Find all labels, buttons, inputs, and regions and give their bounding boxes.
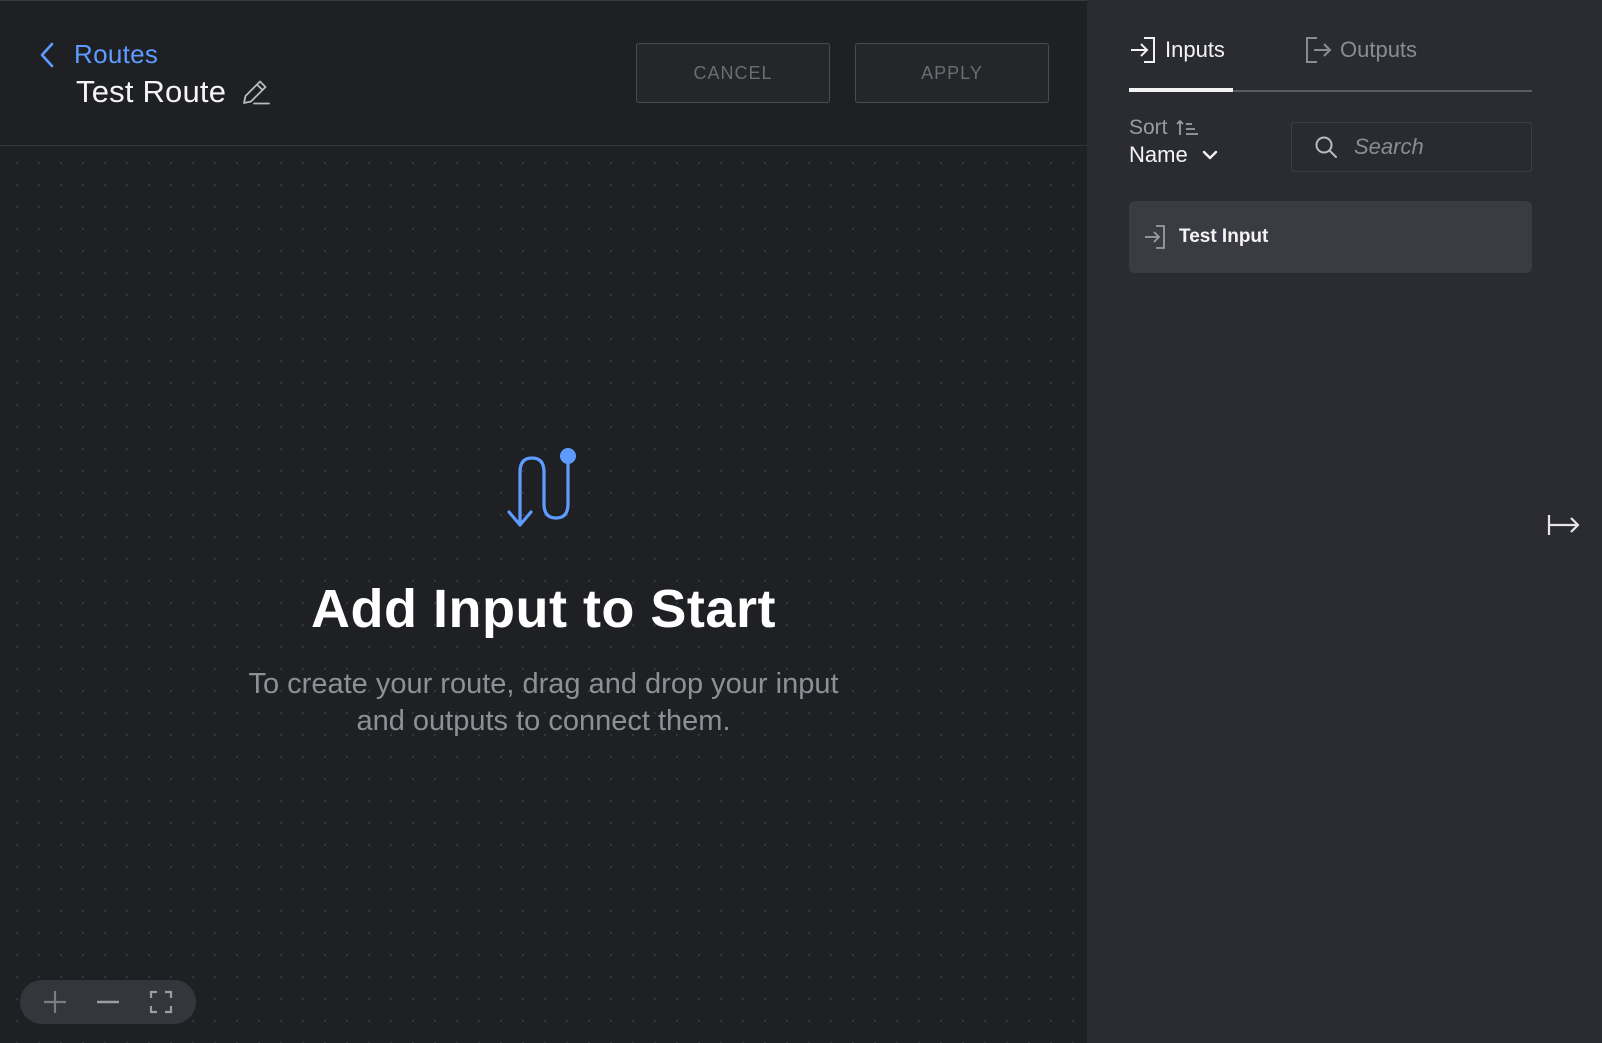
apply-button[interactable]: APPLY [855,43,1049,103]
fit-view-icon [150,990,173,1014]
chevron-left-icon [40,42,54,67]
search-box [1291,122,1532,172]
list-item-label: Test Input [1179,226,1269,247]
sort-value: Name [1129,142,1188,167]
empty-state-description: To create your route, drag and drop your… [248,668,839,737]
edit-pencil-icon[interactable] [238,75,272,109]
list-item-test-input[interactable]: Test Input [1129,201,1532,273]
tab-outputs[interactable]: Outputs [1304,30,1417,92]
arrow-right-to-bar-icon [1547,515,1580,535]
panel-tabs: Inputs Outputs [1129,30,1532,92]
search-input[interactable] [1352,133,1506,161]
sort-by-dropdown[interactable]: Name [1129,142,1218,168]
route-name: Test Route [76,74,227,109]
route-icon [506,448,576,527]
fit-view-button[interactable] [147,988,175,1016]
input-icon [1131,37,1155,63]
sources-panel: Inputs Outputs Sort Name Search Test Inp… [1087,0,1602,1043]
search-icon [1315,136,1337,158]
input-icon [1145,225,1165,249]
cancel-button[interactable]: CANCEL [636,43,830,103]
sort-label: Sort [1129,116,1168,139]
route-canvas[interactable]: Add Input to Start To create your route,… [0,146,1087,1043]
tab-outputs-label: Outputs [1340,37,1418,62]
route-editor: Routes Test Route CANCEL APPLY Add Input… [0,0,1087,1043]
output-icon [1306,37,1332,63]
empty-state: Add Input to Start To create your route,… [0,446,1087,740]
back-to-routes-link[interactable]: Routes [38,39,158,70]
empty-state-title: Add Input to Start [311,579,776,639]
inputs-list: Test Input [1129,201,1532,273]
zoom-in-icon [43,991,66,1013]
back-link-label: Routes [74,39,159,69]
editor-header: Routes Test Route CANCEL APPLY [0,1,1087,146]
sort-ascending-icon [1175,119,1198,135]
zoom-in-button[interactable] [41,988,69,1016]
route-editor-app: Routes Test Route CANCEL APPLY Add Input… [0,0,1602,1043]
collapse-panel-button[interactable] [1546,507,1582,543]
sort-label-row[interactable]: Sort [1129,116,1218,140]
chevron-down-icon [1202,150,1217,160]
sort-control: Sort Name [1129,116,1218,168]
tab-inputs[interactable]: Inputs [1129,30,1233,92]
route-title: Test Route [76,74,272,110]
zoom-controls [20,980,196,1024]
zoom-out-button[interactable] [94,988,122,1016]
zoom-out-icon [96,1000,119,1004]
tab-inputs-label: Inputs [1165,37,1225,62]
